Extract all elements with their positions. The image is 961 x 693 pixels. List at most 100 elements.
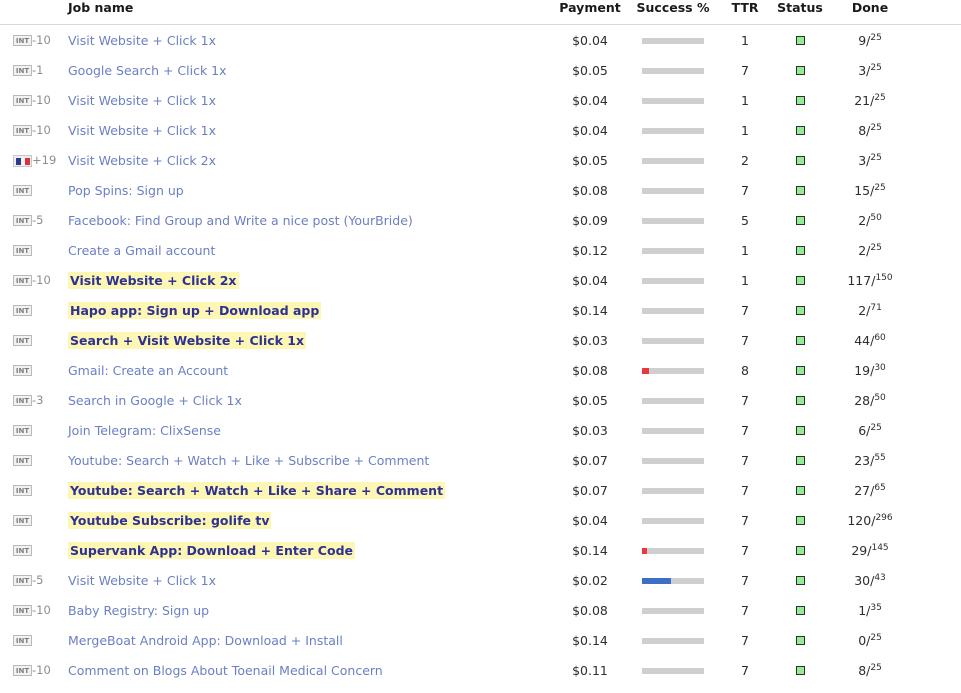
jobs-table: Job name Payment Success % TTR Status Do…	[0, 0, 961, 685]
row-done-cell: 120/296	[831, 505, 909, 535]
international-badge-icon: INT	[13, 635, 32, 646]
row-payment: $0.02	[572, 572, 608, 588]
international-badge-icon: INT	[13, 305, 32, 316]
job-name-link[interactable]: Facebook: Find Group and Write a nice po…	[68, 213, 413, 228]
row-rating	[32, 175, 68, 205]
row-job-name-cell: Google Search + Click 1x	[68, 55, 555, 85]
table-row: +19 Visit Website + Click 2x $0.05 2 3/25	[0, 145, 961, 175]
job-name-link[interactable]: Comment on Blogs About Toenail Medical C…	[68, 663, 383, 678]
row-done-cell: 29/145	[831, 535, 909, 565]
table-row: INT -10 Comment on Blogs About Toenail Med…	[0, 655, 961, 685]
row-origin-cell: INT	[0, 355, 32, 385]
job-name-link[interactable]: Create a Gmail account	[68, 243, 215, 258]
column-header-job-name[interactable]: Job name	[68, 0, 555, 25]
row-spacer	[909, 85, 961, 115]
job-name-link[interactable]: Search in Google + Click 1x	[68, 393, 242, 408]
international-badge-icon: INT	[13, 575, 32, 586]
row-status-cell	[769, 445, 831, 475]
international-badge-icon: INT	[13, 215, 32, 226]
row-origin-cell: INT	[0, 25, 32, 56]
job-name-link[interactable]: Hapo app: Sign up + Download app	[68, 301, 322, 319]
job-name-link[interactable]: Google Search + Click 1x	[68, 63, 227, 78]
row-rating	[32, 295, 68, 325]
job-name-link[interactable]: Search + Visit Website + Click 1x	[68, 331, 307, 349]
row-payment: $0.08	[572, 182, 608, 198]
row-rating	[32, 625, 68, 655]
column-header-payment[interactable]: Payment	[555, 0, 625, 25]
row-status-cell	[769, 505, 831, 535]
row-job-name-cell: Create a Gmail account	[68, 235, 555, 265]
row-spacer	[909, 445, 961, 475]
column-header-status[interactable]: Status	[769, 0, 831, 25]
table-row: INT MergeBoat Android App: Download + Ins…	[0, 625, 961, 655]
row-origin-cell: INT	[0, 205, 32, 235]
job-name-link[interactable]: Youtube: Search + Watch + Like + Share +…	[68, 481, 446, 499]
table-row: INT Search + Visit Website + Click 1x $0.0…	[0, 325, 961, 355]
job-name-link[interactable]: Gmail: Create an Account	[68, 363, 228, 378]
row-ttr: 1	[741, 122, 749, 138]
row-payment: $0.08	[572, 602, 608, 618]
row-success-cell	[625, 85, 721, 115]
job-name-link[interactable]: Supervank App: Download + Enter Code	[68, 541, 355, 559]
job-name-link[interactable]: Pop Spins: Sign up	[68, 183, 184, 198]
row-ttr: 7	[741, 392, 749, 408]
row-rating: +19	[32, 153, 57, 167]
job-name-link[interactable]: MergeBoat Android App: Download + Instal…	[68, 633, 343, 648]
international-badge-icon: INT	[13, 95, 32, 106]
row-done-cell: 8/25	[831, 655, 909, 685]
column-header-done[interactable]: Done	[831, 0, 909, 25]
row-ttr: 1	[741, 272, 749, 288]
column-header-ttr[interactable]: TTR	[721, 0, 769, 25]
success-rate-bar	[642, 187, 704, 194]
row-status-cell	[769, 55, 831, 85]
row-success-cell	[625, 355, 721, 385]
row-origin-cell: INT	[0, 55, 32, 85]
job-name-link[interactable]: Visit Website + Click 1x	[68, 93, 216, 108]
international-badge-icon: INT	[13, 395, 32, 406]
row-spacer	[909, 115, 961, 145]
row-status-cell	[769, 535, 831, 565]
row-status-cell	[769, 325, 831, 355]
row-spacer	[909, 505, 961, 535]
done-total-count: 30	[874, 362, 886, 373]
row-status-cell	[769, 295, 831, 325]
column-header-success[interactable]: Success %	[625, 0, 721, 25]
row-ttr: 7	[741, 182, 749, 198]
job-name-link[interactable]: Baby Registry: Sign up	[68, 603, 209, 618]
status-active-indicator-icon	[795, 576, 805, 585]
row-rating: -10	[32, 603, 51, 617]
row-ttr: 7	[741, 302, 749, 318]
row-rating: -10	[32, 33, 51, 47]
job-name-link[interactable]: Visit Website + Click 1x	[68, 573, 216, 588]
job-name-link[interactable]: Visit Website + Click 1x	[68, 123, 216, 138]
status-active-indicator-icon	[795, 546, 805, 555]
row-ttr: 7	[741, 452, 749, 468]
success-rate-bar	[642, 577, 704, 584]
row-success-cell	[625, 205, 721, 235]
row-status-cell	[769, 115, 831, 145]
row-status-cell	[769, 385, 831, 415]
job-name-link[interactable]: Youtube: Search + Watch + Like + Subscri…	[68, 453, 429, 468]
row-payment: $0.12	[572, 242, 608, 258]
row-status-cell	[769, 265, 831, 295]
row-spacer	[909, 175, 961, 205]
job-name-link[interactable]: Youtube Subscribe: golife tv	[68, 511, 272, 529]
table-row: INT Youtube: Search + Watch + Like + Shar…	[0, 475, 961, 505]
row-done-cell: 117/150	[831, 265, 909, 295]
row-job-name-cell: Youtube: Search + Watch + Like + Share +…	[68, 475, 555, 505]
job-name-link[interactable]: Join Telegram: ClixSense	[68, 423, 221, 438]
done-completed-count: 3	[858, 62, 867, 78]
row-origin-cell: INT	[0, 385, 32, 415]
done-completed-count: 44	[854, 332, 871, 348]
job-name-link[interactable]: Visit Website + Click 2x	[68, 153, 216, 168]
table-row: INT Youtube: Search + Watch + Like + Subs…	[0, 445, 961, 475]
row-job-name-cell: Comment on Blogs About Toenail Medical C…	[68, 655, 555, 685]
row-origin-cell: INT	[0, 535, 32, 565]
success-rate-bar	[642, 277, 704, 284]
row-payment: $0.14	[572, 302, 608, 318]
status-active-indicator-icon	[795, 66, 805, 75]
row-success-cell	[625, 55, 721, 85]
job-name-link[interactable]: Visit Website + Click 2x	[68, 271, 239, 289]
job-name-link[interactable]: Visit Website + Click 1x	[68, 33, 216, 48]
row-job-name-cell: Pop Spins: Sign up	[68, 175, 555, 205]
